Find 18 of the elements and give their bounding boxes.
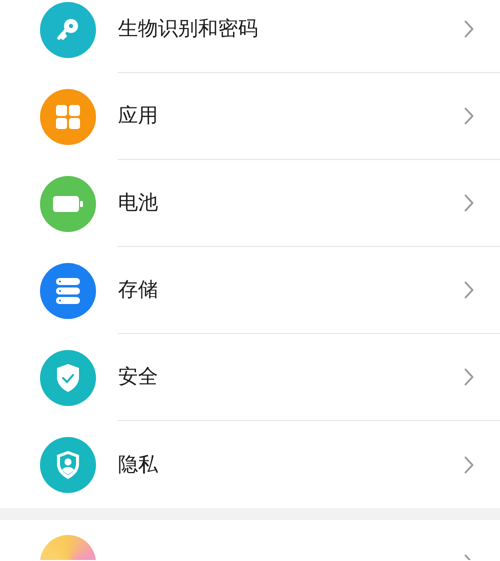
settings-row[interactable]: 安全 xyxy=(0,334,500,421)
chevron-right-icon xyxy=(464,281,474,299)
settings-row[interactable]: 隐私 xyxy=(0,421,500,508)
chevron-right-icon xyxy=(464,20,474,38)
chevron-right-icon xyxy=(464,368,474,386)
item-label: 存储 xyxy=(118,278,159,303)
item-label: 生物识别和密码 xyxy=(118,17,259,42)
settings-row[interactable]: 生物识别和密码 xyxy=(0,0,500,73)
item-label: 电池 xyxy=(118,191,159,216)
chevron-right-icon xyxy=(464,194,474,212)
settings-row[interactable]: 应用 xyxy=(0,73,500,160)
chevron-right-icon xyxy=(464,107,474,125)
chevron-right-icon xyxy=(464,456,474,474)
item-label: 隐私 xyxy=(118,452,159,478)
settings-row[interactable]: 电池 xyxy=(0,160,500,247)
item-label: 应用 xyxy=(118,104,159,129)
settings-row[interactable]: 存储 xyxy=(0,247,500,334)
item-label: 安全 xyxy=(118,365,159,390)
